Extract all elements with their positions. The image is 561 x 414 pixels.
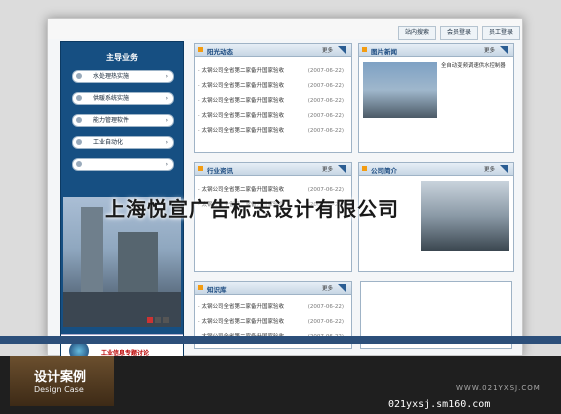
triangle-icon xyxy=(338,165,346,173)
bullet-icon xyxy=(362,166,367,171)
sidebar-item-automation[interactable]: 工业自动化 › xyxy=(72,136,174,149)
bullet-icon xyxy=(76,161,82,167)
office-photo xyxy=(421,181,509,251)
more-link[interactable]: 更多 xyxy=(322,284,333,292)
panel-title: 图片新闻 xyxy=(371,48,397,56)
bullet-icon xyxy=(198,285,203,290)
page-background: 站内搜索 会员登录 员工登录 主导业务 水处理热实施 › 供暖系统实施 › 能力管理… xyxy=(0,0,561,414)
news-date: (2007-06-22) xyxy=(307,83,344,89)
site-screenshot: 站内搜索 会员登录 员工登录 主导业务 水处理热实施 › 供暖系统实施 › 能力管理… xyxy=(47,18,523,365)
panel-title: 公司简介 xyxy=(371,167,397,175)
panel-header: 阳光动态 更多 xyxy=(195,44,351,57)
news-title: 太钢公司全省第二家备升国家验收 xyxy=(201,319,285,325)
bullet-icon xyxy=(198,47,203,52)
news-date: (2007-06-22) xyxy=(307,113,344,119)
news-date: (2007-06-22) xyxy=(307,319,344,325)
chevron-right-icon: › xyxy=(165,95,168,102)
news-photo[interactable] xyxy=(363,62,437,118)
more-link[interactable]: 更多 xyxy=(322,46,333,54)
sidebar-item-more[interactable]: › xyxy=(72,158,174,171)
footer-domain: 021yxsj.sm160.com xyxy=(388,399,491,410)
news-date: (2007-06-22) xyxy=(307,68,344,74)
bullet-icon xyxy=(362,47,367,52)
list-item[interactable]: · 太钢公司全省第二家备升国家验收(2007-06-22) xyxy=(198,318,346,327)
news-title: 太钢公司全省第二家备升国家验收 xyxy=(201,128,285,134)
chevron-right-icon: › xyxy=(165,73,168,80)
chevron-right-icon: › xyxy=(165,139,168,146)
chevron-right-icon: › xyxy=(165,117,168,124)
footer-subtitle: Design Case xyxy=(34,385,84,394)
panel-header: 知识库 更多 xyxy=(195,282,351,295)
sidebar-item-heating[interactable]: 供暖系统实施 › xyxy=(72,92,174,105)
panel-photo-news: 图片新闻 更多 全自动变频调速供水控制器 xyxy=(358,43,514,153)
list-item[interactable]: · 太钢公司全省第二家备升国家验收(2007-06-22) xyxy=(198,127,346,136)
triangle-icon xyxy=(338,284,346,292)
member-login-button[interactable]: 会员登录 xyxy=(440,26,478,40)
panel-title: 行业资讯 xyxy=(207,167,233,175)
panel-title: 知识库 xyxy=(207,286,227,294)
photo-caption: 全自动变频调速供水控制器 xyxy=(441,63,506,69)
list-item[interactable]: · 太钢公司全省第二家备升国家验收(2007-06-22) xyxy=(198,303,346,312)
bullet-icon xyxy=(76,73,82,79)
footer-title: 设计案例 xyxy=(34,370,87,385)
sidebar-item-label: 能力管理软件 xyxy=(93,117,130,124)
bottom-stripe xyxy=(0,336,561,344)
news-title: 太钢公司全省第二家备升国家验收 xyxy=(201,68,285,74)
list-item[interactable]: · 太钢公司全省第二家备升国家验收(2007-06-22) xyxy=(198,112,346,121)
panel-title: 阳光动态 xyxy=(207,48,233,56)
tower-shape xyxy=(81,207,103,302)
sidebar-title: 主导业务 xyxy=(106,53,138,62)
news-title: 太钢公司全省第二家备升国家验收 xyxy=(201,83,285,89)
panel-industry-news: 阳光动态 更多 · 太钢公司全省第二家备升国家验收 (2007-06-22) · … xyxy=(194,43,352,153)
footer-url[interactable]: WWW.021YXSJ.COM xyxy=(456,384,541,392)
news-title: 太钢公司全省第二家备升国家验收 xyxy=(201,113,285,119)
list-item[interactable]: · 太钢公司全省第二家备升国家验收(2007-06-22) xyxy=(198,67,346,76)
triangle-icon xyxy=(338,46,346,54)
bullet-icon xyxy=(198,166,203,171)
chevron-right-icon: › xyxy=(165,161,168,168)
sidebar-item-water[interactable]: 水处理热实施 › xyxy=(72,70,174,83)
bullet-icon xyxy=(76,95,82,101)
news-date: (2007-06-22) xyxy=(307,304,344,310)
site-search-button[interactable]: 站内搜索 xyxy=(398,26,436,40)
staff-login-button[interactable]: 员工登录 xyxy=(482,26,520,40)
sidebar-item-label: 供暖系统实施 xyxy=(93,95,130,102)
sidebar-item-software[interactable]: 能力管理软件 › xyxy=(72,114,174,127)
more-link[interactable]: 更多 xyxy=(484,165,495,173)
more-link[interactable]: 更多 xyxy=(484,46,495,54)
news-title: 太钢公司全省第二家备升国家验收 xyxy=(201,304,285,310)
news-title: 太钢公司全省第二家备升国家验收 xyxy=(201,98,285,104)
news-date: (2007-06-22) xyxy=(307,98,344,104)
watermark-text: 上海悦宣广告标志设计有限公司 xyxy=(105,197,399,221)
sidebar-item-label: 水处理热实施 xyxy=(93,73,130,80)
bullet-icon xyxy=(76,139,82,145)
triangle-icon xyxy=(500,46,508,54)
list-item[interactable]: · 太钢公司全省第二家备升国家验收(2007-06-22) xyxy=(198,97,346,106)
sidebar-item-label: 工业自动化 xyxy=(93,139,124,146)
news-date: (2007-06-22) xyxy=(307,128,344,134)
panel-header: 图片新闻 更多 xyxy=(359,44,513,57)
more-link[interactable]: 更多 xyxy=(322,165,333,173)
panel-header: 行业资讯 更多 xyxy=(195,163,351,176)
bullet-icon xyxy=(76,117,82,123)
top-bar: 站内搜索 会员登录 员工登录 xyxy=(48,19,522,40)
triangle-icon xyxy=(500,165,508,173)
list-item[interactable]: · 太钢公司全省第二家备升国家验收(2007-06-22) xyxy=(198,82,346,91)
slide-dots[interactable] xyxy=(147,317,177,323)
panel-header: 公司简介 更多 xyxy=(359,163,513,176)
